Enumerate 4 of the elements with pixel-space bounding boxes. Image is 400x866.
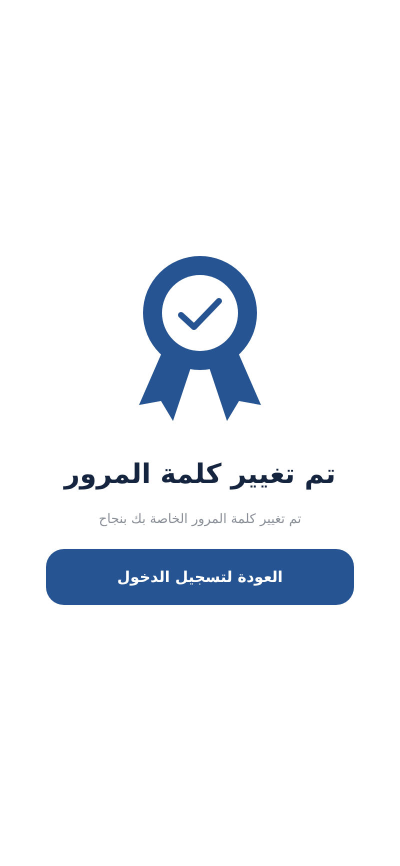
back-to-login-button[interactable]: العودة لتسجيل الدخول [46,549,354,605]
award-badge-icon [139,255,261,423]
title: تم تغيير كلمة المرور [64,458,336,492]
subtitle: تم تغيير كلمة المرور الخاصة بك بنجاح [98,510,302,528]
